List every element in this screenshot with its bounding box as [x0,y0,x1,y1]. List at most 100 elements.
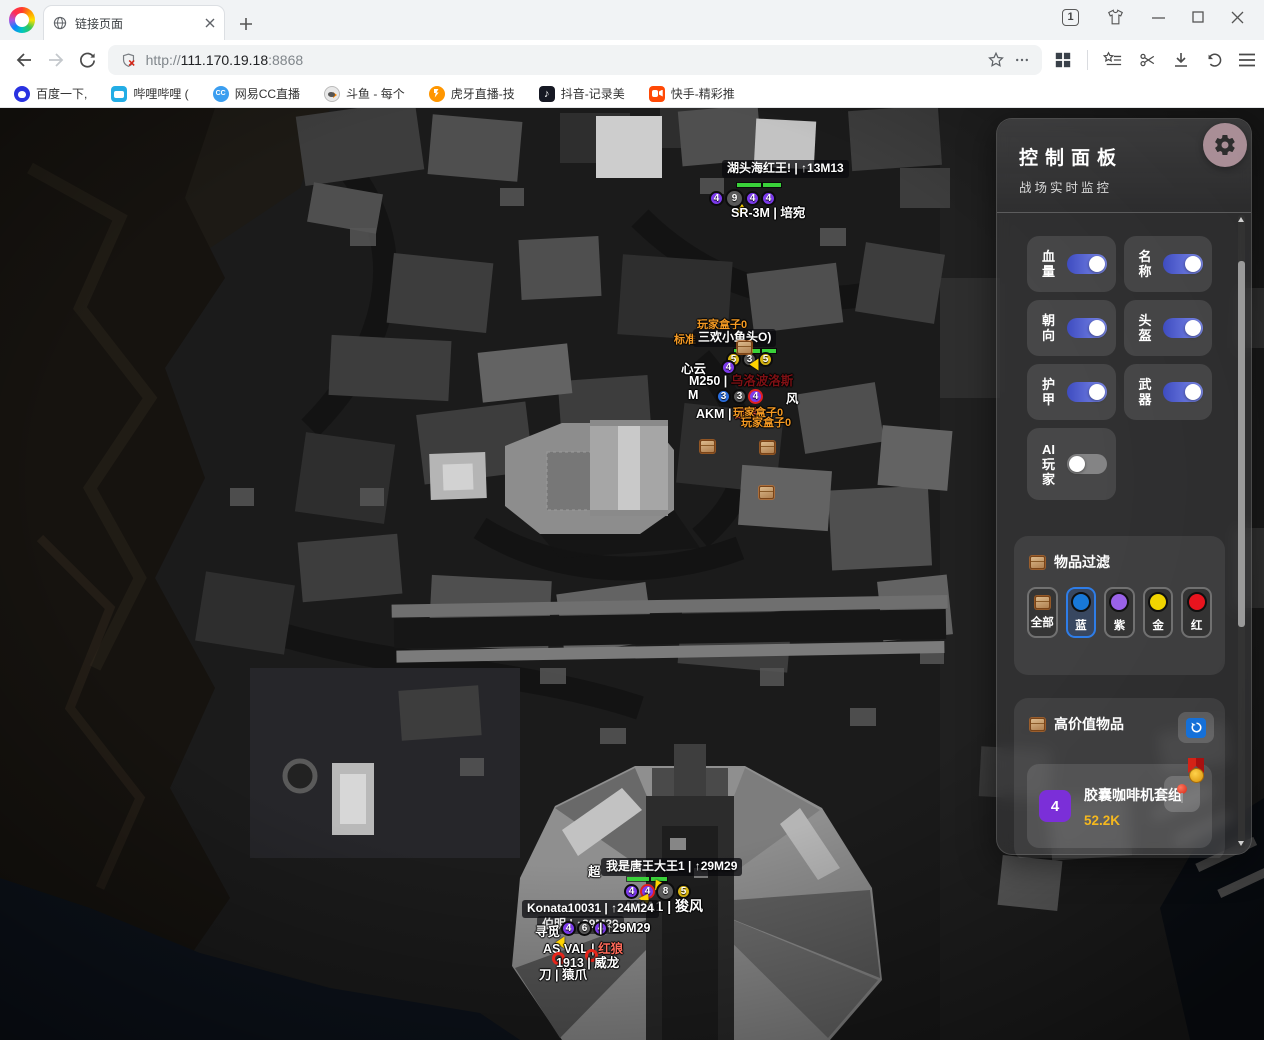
bookmark-label: 斗鱼 - 每个 [346,85,405,102]
high-value-title-row: 高价值物品 [1030,714,1212,734]
item-filter-options: 全部蓝紫金 红 [1027,587,1212,662]
minimize-button[interactable] [1152,11,1165,24]
douyin-icon: ♪ [539,86,555,102]
undo-history-icon[interactable] [1205,51,1223,69]
chip-label: 全部 [1031,614,1054,630]
crate-icon [1030,718,1045,731]
scissors-icon[interactable] [1138,51,1157,69]
bookmark-bilibili[interactable]: 哔哩哔哩 ( [111,85,188,102]
kuaishou-icon [649,86,665,102]
bookmark-kuaishou[interactable]: 快手-精彩推 [649,85,735,102]
toggle-switch-AI玩家[interactable] [1067,454,1107,474]
browser-logo-icon [9,7,35,33]
toggle-switch-护甲[interactable] [1067,382,1107,402]
panel-scrollbar[interactable] [1238,215,1245,848]
toggle-card-AI玩家[interactable]: AI 玩 家 [1027,428,1116,500]
new-tab-button[interactable] [239,17,253,31]
download-icon[interactable] [1172,51,1190,69]
browser-window: 链接页面 1 [0,0,1264,1040]
back-button[interactable] [8,44,40,76]
filter-chip-蓝[interactable]: 蓝 [1066,587,1097,638]
bookmark-star-icon[interactable] [987,51,1005,69]
toggle-card-护甲[interactable]: 护 甲 [1027,364,1116,420]
bookmark-huya[interactable]: 虎牙直播-技 [429,85,515,102]
bilibili-icon [111,86,127,102]
url-text[interactable]: http://111.170.19.18:8868 [146,52,978,68]
toggle-card-血量[interactable]: 血 量 [1027,236,1116,292]
bookmark-baidu[interactable]: 百度一下, [14,85,87,102]
switch-knob [1069,456,1085,472]
filter-chip-红[interactable]: 红 [1181,587,1212,638]
panel-header: 控制面板 战场实时监控 [997,119,1251,213]
favorites-list-icon[interactable] [1103,51,1123,69]
switch-knob [1089,320,1105,336]
refresh-button[interactable] [1178,712,1214,743]
high-value-items: 4胶囊咖啡机套组52.2K [1027,764,1212,848]
filter-chip-紫[interactable]: 紫 [1104,587,1135,638]
bookmark-netease-cc[interactable]: CC 网易CC直播 [213,85,300,102]
baidu-icon [14,86,30,102]
url-host: 111.170.19.18 [181,52,268,68]
tab-close-icon[interactable] [205,18,215,28]
high-value-title: 高价值物品 [1054,714,1124,734]
gear-icon [1213,133,1237,157]
tab-link-page[interactable]: 链接页面 [43,5,225,40]
skin-shirt-icon[interactable] [1106,8,1125,26]
apps-grid-icon[interactable] [1054,51,1072,69]
toggle-switch-武器[interactable] [1163,382,1203,402]
bookmark-label: 哔哩哔哩 ( [133,85,188,102]
toggle-switch-名称[interactable] [1163,254,1203,274]
toggle-label: AI 玩 家 [1042,442,1055,487]
settings-button[interactable] [1203,123,1247,167]
bookmark-label: 快手-精彩推 [671,85,735,102]
toggle-label: 头 盔 [1139,313,1152,343]
scrollbar-thumb[interactable] [1238,261,1245,627]
security-shield-icon[interactable] [120,52,137,69]
toggle-switch-头盔[interactable] [1163,318,1203,338]
forward-button[interactable] [40,44,72,76]
chip-label: 金 [1152,617,1164,633]
toggle-card-名称[interactable]: 名 称 [1124,236,1213,292]
toggle-label: 武 器 [1139,377,1152,407]
reload-button[interactable] [72,44,104,76]
toolbar-separator [1087,50,1088,70]
rarity-dot-icon [1148,592,1168,612]
bookmarks-bar: 百度一下, 哔哩哔哩 ( CC 网易CC直播 斗鱼 - 每个 虎牙直播-技 ♪ … [0,80,1264,108]
bookmark-douyu[interactable]: 斗鱼 - 每个 [324,85,405,102]
close-button[interactable] [1231,11,1244,24]
scrollbar-up-arrow[interactable] [1238,217,1244,222]
bookmark-label: 抖音-记录美 [561,85,625,102]
toggle-label: 名 称 [1139,249,1152,279]
filter-chip-金[interactable]: 金 [1143,587,1174,638]
bookmark-label: 百度一下, [36,85,87,102]
address-bar[interactable]: http://111.170.19.18:8868 [108,45,1042,75]
scrollbar-down-arrow[interactable] [1238,841,1244,846]
item-filter-title-row: 物品过滤 [1030,552,1212,572]
tab-count-badge[interactable]: 1 [1062,9,1079,26]
toggle-card-头盔[interactable]: 头 盔 [1124,300,1213,356]
window-controls: 1 [1062,8,1264,40]
switch-knob [1089,384,1105,400]
huya-icon [429,86,445,102]
panel-subtitle: 战场实时监控 [1019,177,1229,196]
tab-bar: 链接页面 1 [0,0,1264,40]
section-high-value: 高价值物品 4胶囊咖啡机套组52.2K [1014,698,1225,858]
url-port: :8868 [268,52,303,68]
toggle-card-朝向[interactable]: 朝 向 [1027,300,1116,356]
more-options-icon[interactable] [1014,52,1030,68]
menu-icon[interactable] [1238,52,1256,68]
bookmark-douyin[interactable]: ♪ 抖音-记录美 [539,85,625,102]
crate-icon [1035,596,1050,609]
maximize-button[interactable] [1192,11,1204,23]
page-content: 湖头海红王! | ↑13M134944SR-3M | 培宛玩家盒子0标准三欢小鱼… [0,108,1264,1040]
toggle-label: 护 甲 [1042,377,1055,407]
globe-icon [53,16,67,30]
toggle-switch-血量[interactable] [1067,254,1107,274]
filter-chip-全部[interactable]: 全部 [1027,587,1058,638]
control-panel: 控制面板 战场实时监控 血 量 名 称朝 向 头 盔护 甲 武 器 AI 玩 家 物品过… [996,118,1252,855]
toggle-switch-朝向[interactable] [1067,318,1107,338]
crate-icon [1030,556,1045,569]
chip-label: 红 [1191,617,1203,633]
high-value-item[interactable]: 4胶囊咖啡机套组52.2K [1027,764,1212,848]
toggle-card-武器[interactable]: 武 器 [1124,364,1213,420]
